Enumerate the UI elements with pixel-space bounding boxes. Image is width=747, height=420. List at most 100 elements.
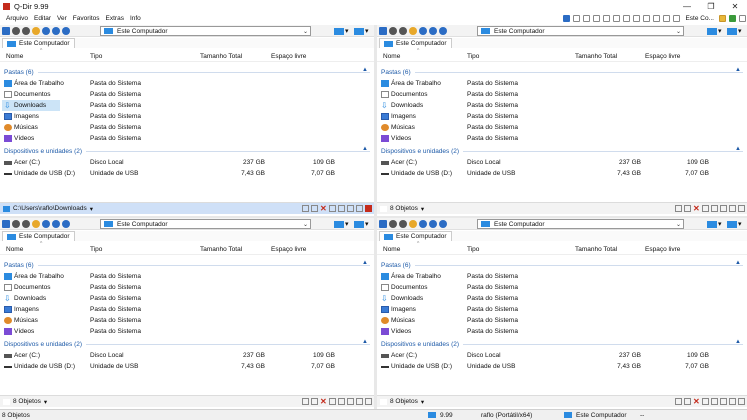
layout-3-icon[interactable] [603, 15, 611, 22]
group-devices[interactable]: Dispositivos e unidades (2) ▲ [4, 146, 370, 156]
view-grid-icon[interactable] [573, 15, 581, 22]
view-icon[interactable] [52, 26, 60, 35]
filter-icon[interactable] [675, 398, 682, 405]
edit-icon[interactable] [356, 205, 363, 212]
collapse-icon[interactable]: ▲ [735, 146, 741, 152]
view-mode-icon[interactable] [2, 26, 10, 35]
list-item[interactable]: Músicas Pasta do Sistema [379, 315, 745, 326]
back-icon[interactable] [12, 26, 20, 35]
list-item[interactable]: Acer (C:) Disco Local 237 GB 109 GB [379, 157, 745, 168]
email-icon[interactable] [684, 205, 691, 212]
view-icon[interactable] [429, 219, 437, 228]
list-item[interactable]: Documentos Pasta do Sistema [379, 89, 745, 100]
address-bar[interactable]: Este Computador ⌄ [477, 26, 684, 36]
view-icon[interactable] [52, 219, 60, 228]
col-type[interactable]: Tipo [467, 246, 479, 253]
col-free[interactable]: Espaço livre [271, 246, 306, 253]
folder-tree-icon[interactable] [419, 26, 427, 35]
list-item[interactable]: Acer (C:) Disco Local 237 GB 109 GB [379, 350, 745, 361]
list-item-type[interactable]: Pasta do Sistema [80, 100, 372, 111]
tab-este-computador[interactable]: Este Computador [379, 38, 452, 48]
chevron-down-icon[interactable]: ⌄ [303, 221, 308, 228]
list-item[interactable]: Músicas Pasta do Sistema [2, 315, 372, 326]
layout-7-icon[interactable] [643, 15, 651, 22]
cut-icon[interactable] [329, 398, 336, 405]
list-item[interactable]: Imagens Pasta do Sistema [2, 111, 372, 122]
list-item[interactable]: Acer (C:) Disco Local 237 GB 109 GB [2, 350, 372, 361]
email-icon[interactable] [311, 398, 318, 405]
view-switch[interactable]: ▾ [334, 27, 352, 35]
filter-icon[interactable] [302, 398, 309, 405]
col-type[interactable]: Tipo [90, 246, 102, 253]
up-folder-icon[interactable] [409, 219, 417, 228]
horizontal-splitter[interactable] [0, 216, 747, 218]
address-bar[interactable]: Este Computador ⌄ [100, 219, 311, 229]
chevron-down-icon[interactable]: ▾ [44, 398, 47, 406]
col-name[interactable]: Nome [383, 246, 400, 253]
layout-icon[interactable] [563, 15, 571, 22]
chevron-down-icon[interactable]: ⌄ [303, 28, 308, 35]
list-item[interactable]: Vídeos Pasta do Sistema [2, 326, 372, 337]
copy-icon[interactable] [338, 205, 345, 212]
toolbar-location-label[interactable]: Este Co... [685, 15, 714, 22]
group-devices[interactable]: Dispositivos e unidades (2) ▲ [381, 146, 743, 156]
group-folders[interactable]: Pastas (6) ▲ [381, 260, 743, 270]
back-icon[interactable] [389, 26, 397, 35]
folder-tree-icon[interactable] [42, 219, 50, 228]
tab-este-computador[interactable]: Este Computador [2, 231, 75, 241]
view-mode-icon[interactable] [379, 219, 387, 228]
collapse-icon[interactable]: ▲ [362, 67, 368, 73]
copy-icon[interactable] [711, 398, 718, 405]
list-item[interactable]: ⇩ Downloads [2, 100, 60, 111]
col-total[interactable]: Tamanho Total [575, 246, 617, 253]
list-item[interactable]: Unidade de USB (D:) Unidade de USB 7,43 GB… [379, 361, 745, 372]
group-devices[interactable]: Dispositivos e unidades (2) ▲ [381, 339, 743, 349]
delete-icon[interactable]: ✕ [320, 398, 327, 406]
back-icon[interactable] [389, 219, 397, 228]
folder-icon[interactable] [719, 15, 726, 22]
up-folder-icon[interactable] [32, 219, 40, 228]
minimize-button[interactable]: — [675, 0, 699, 13]
list-item[interactable]: Vídeos Pasta do Sistema [2, 133, 372, 144]
filter-icon[interactable] [302, 205, 309, 212]
refresh-icon[interactable] [439, 219, 447, 228]
list-item[interactable]: Vídeos Pasta do Sistema [379, 133, 745, 144]
menu-favoritos[interactable]: Favoritos [73, 15, 100, 22]
layout-6-icon[interactable] [633, 15, 641, 22]
col-total[interactable]: Tamanho Total [200, 53, 242, 60]
menu-ver[interactable]: Ver [57, 15, 67, 22]
layout-switch[interactable]: ▾ [727, 27, 745, 35]
collapse-icon[interactable]: ▲ [735, 260, 741, 266]
view-switch[interactable]: ▾ [707, 27, 725, 35]
list-item[interactable]: Área de Trabalho Pasta do Sistema [2, 271, 372, 282]
filter-icon[interactable] [675, 205, 682, 212]
cut-icon[interactable] [702, 398, 709, 405]
up-folder-icon[interactable] [32, 26, 40, 35]
address-bar[interactable]: Este Computador ⌄ [477, 219, 684, 229]
collapse-icon[interactable]: ▲ [735, 67, 741, 73]
menu-arquivo[interactable]: Arquivo [6, 15, 28, 22]
layout-switch[interactable]: ▾ [354, 220, 372, 228]
list-item[interactable]: Área de Trabalho Pasta do Sistema [379, 78, 745, 89]
list-item[interactable]: Imagens Pasta do Sistema [2, 304, 372, 315]
up-folder-icon[interactable] [409, 26, 417, 35]
chevron-down-icon[interactable]: ▾ [90, 205, 93, 213]
forward-icon[interactable] [399, 26, 407, 35]
list-item[interactable]: Documentos Pasta do Sistema [2, 89, 372, 100]
refresh-icon[interactable] [439, 26, 447, 35]
forward-icon[interactable] [399, 219, 407, 228]
list-item[interactable]: Músicas Pasta do Sistema [2, 122, 372, 133]
col-total[interactable]: Tamanho Total [200, 246, 242, 253]
col-type[interactable]: Tipo [467, 53, 479, 60]
col-name[interactable]: Nome [383, 53, 400, 60]
group-folders[interactable]: Pastas (6) ▲ [381, 67, 743, 77]
close-pane-icon[interactable] [738, 398, 745, 405]
folder-tree-icon[interactable] [42, 26, 50, 35]
forward-icon[interactable] [22, 219, 30, 228]
group-folders[interactable]: Pastas (6) ▲ [4, 67, 370, 77]
edit-icon[interactable] [356, 398, 363, 405]
layout-9-icon[interactable] [663, 15, 671, 22]
list-item[interactable]: ⇩ Downloads Pasta do Sistema [379, 293, 745, 304]
chevron-down-icon[interactable]: ⌄ [676, 28, 681, 35]
col-name[interactable]: Nome [6, 246, 23, 253]
